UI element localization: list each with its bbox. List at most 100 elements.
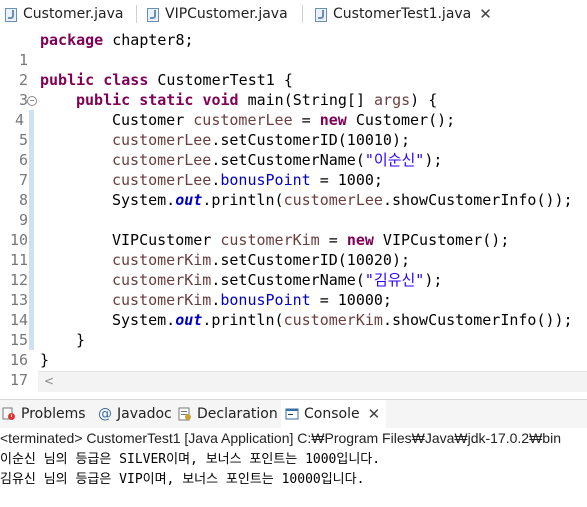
code-line: 4 − public static void main(String[] arg… [0, 90, 587, 129]
code-text: ); [424, 151, 443, 169]
code-line: 7 customerLee.setCustomerName("이순신"); [0, 150, 587, 189]
code-text: = 10000; [310, 291, 392, 309]
tab-label: VIPCustomer.java [165, 6, 288, 22]
string-literal: "이순신" [364, 151, 425, 169]
code-text: Customer [112, 111, 194, 129]
change-marker [29, 330, 34, 350]
code-text: VIPCustomer [112, 231, 221, 249]
editor-tab-bar: Customer.java VIPCustomer.java CustomerT… [0, 0, 587, 30]
tab-customer-java[interactable]: Customer.java [4, 0, 124, 28]
code-line: 10 [0, 210, 587, 249]
tab-label: Javadoc [117, 406, 172, 422]
code-text: .setCustomerID(10020); [211, 251, 411, 269]
code-line: 13 customerKim.setCustomerName("김유신"); [0, 270, 587, 309]
variable: customerLee [283, 191, 383, 209]
variable: customerKim [112, 291, 212, 309]
tab-vipcustomer-java[interactable]: VIPCustomer.java [146, 0, 288, 28]
line-number: 17 [9, 371, 28, 389]
change-marker [29, 210, 34, 230]
close-icon[interactable]: ✕ [479, 5, 492, 23]
field: bonusPoint [220, 291, 311, 309]
keyword: void [202, 91, 239, 109]
keyword: new [346, 231, 374, 249]
keyword: public [40, 71, 95, 89]
code-text: = 1000; [310, 171, 383, 189]
keyword: new [319, 111, 347, 129]
scroll-left-icon[interactable]: < [44, 374, 54, 388]
code-line: 1 package chapter8; [0, 30, 587, 69]
variable: customerLee [112, 151, 212, 169]
code-text: ); [424, 271, 443, 289]
horizontal-scrollbar[interactable]: < [38, 371, 587, 392]
tab-divider [302, 5, 303, 23]
code-text: = [319, 231, 347, 249]
code-text: } [40, 351, 50, 369]
parameter: args [374, 91, 411, 109]
tab-javadoc[interactable]: @ Javadoc [98, 400, 172, 428]
change-marker [29, 150, 34, 170]
code-text: = [292, 111, 320, 129]
java-file-icon [4, 7, 18, 22]
code-line: 6 customerLee.setCustomerID(10010); [0, 130, 587, 169]
variable: customerLee [193, 111, 293, 129]
tab-label: Customer.java [23, 6, 124, 22]
change-marker [29, 190, 34, 210]
keyword: public [76, 91, 131, 109]
tab-problems[interactable]: Problems [2, 400, 86, 428]
code-text: ) { [410, 91, 438, 109]
code-text: .println( [202, 191, 284, 209]
console-icon [285, 407, 299, 421]
change-marker [29, 110, 34, 130]
console-line: 이순신 님의 등급은 SILVER이며, 보너스 포인트는 1000입니다. [0, 452, 381, 467]
tab-label: Declaration [197, 406, 278, 422]
keyword: static [139, 91, 194, 109]
change-marker [29, 290, 34, 310]
variable: customerKim [112, 271, 212, 289]
variable: customerKim [220, 231, 320, 249]
declaration-icon [178, 407, 192, 421]
variable: customerKim [283, 311, 383, 329]
close-icon[interactable]: ✕ [368, 405, 381, 423]
tab-label: Console [304, 406, 360, 422]
console-line: 김유신 님의 등급은 VIP이며, 보너스 포인트는 10000입니다. [0, 472, 365, 487]
code-line: 9 System.out.println(customerLee.showCus… [0, 190, 587, 229]
console-output[interactable]: <terminated> CustomerTest1 [Java Applica… [0, 428, 587, 507]
code-line: 17 } [0, 350, 587, 389]
variable: customerKim [112, 251, 212, 269]
field: bonusPoint [220, 171, 311, 189]
fold-collapse-icon[interactable]: − [27, 96, 37, 106]
problems-icon [2, 407, 16, 421]
code-text: Customer(); [346, 111, 456, 129]
code-text: .setCustomerID(10010); [211, 131, 411, 149]
keyword: class [103, 71, 149, 89]
code-text: System. [112, 191, 176, 209]
code-text: chapter8; [103, 31, 194, 49]
change-marker [29, 310, 34, 330]
code-text: } [76, 331, 86, 349]
tab-console[interactable]: Console ✕ [281, 400, 387, 428]
change-marker [29, 130, 34, 150]
code-text: CustomerTest1 { [148, 71, 293, 89]
code-text: .showCustomerInfo()); [382, 311, 573, 329]
at-icon: @ [98, 406, 112, 422]
view-tab-bar: Problems @ Javadoc Declaration Console ✕ [0, 399, 587, 429]
string-literal: "김유신" [364, 271, 425, 289]
java-file-icon [314, 7, 328, 22]
code-line: 8 customerLee.bonusPoint = 1000; [0, 170, 587, 209]
code-text: VIPCustomer(); [373, 231, 510, 249]
code-line: 12 customerKim.setCustomerID(10020); [0, 250, 587, 289]
change-marker [29, 270, 34, 290]
code-editor[interactable]: 1 package chapter8; 2 3 public class Cus… [0, 28, 587, 389]
change-marker [29, 170, 34, 190]
tab-declaration[interactable]: Declaration [178, 400, 278, 428]
variable: customerLee [112, 171, 212, 189]
static-field: out [175, 191, 203, 209]
tab-divider [136, 5, 137, 23]
tab-customertest1-java[interactable]: CustomerTest1.java ✕ [308, 0, 498, 30]
code-text: .println( [202, 311, 284, 329]
code-text: .showCustomerInfo()); [382, 191, 573, 209]
variable: customerLee [112, 131, 212, 149]
code-text: System. [112, 311, 176, 329]
code-line: 16 } [0, 330, 587, 369]
code-text: main(String[] [238, 91, 375, 109]
